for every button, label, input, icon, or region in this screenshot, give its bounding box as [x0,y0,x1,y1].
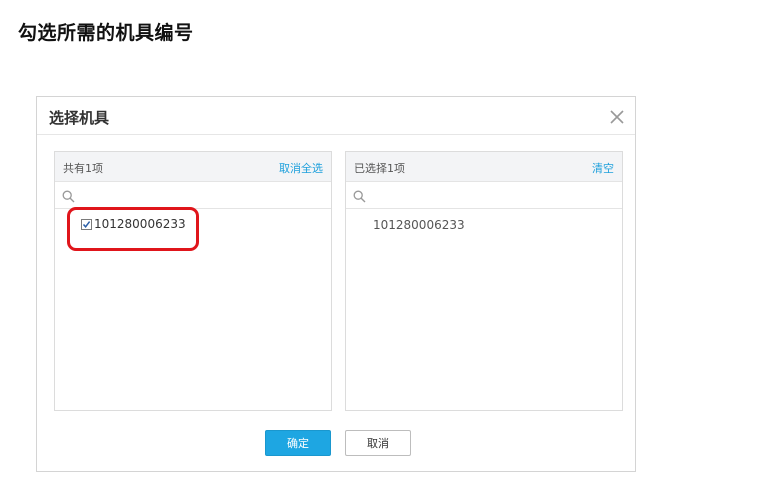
available-search-input[interactable] [79,185,323,206]
available-list-panel: 共有1项 取消全选 [54,151,332,411]
selected-list-header: 已选择1项 清空 [346,152,622,182]
confirm-button[interactable]: 确定 [265,430,331,456]
available-count: 共有1项 [63,162,103,175]
selected-list-panel: 已选择1项 清空 101280006233 [345,151,623,411]
search-icon [353,188,366,203]
selected-count: 已选择1项 [354,162,405,175]
dialog-header: 选择机具 [37,97,635,135]
deselect-all-link[interactable]: 取消全选 [279,160,323,176]
selected-search-input[interactable] [370,185,614,206]
close-icon[interactable] [609,109,625,125]
selected-search-row [346,182,622,209]
search-icon [62,188,75,203]
clear-link[interactable]: 清空 [592,160,614,176]
available-search-row [55,182,331,209]
select-device-dialog: 选择机具 共有1项 取消全选 已选择1项 清空 101280006233 确定 … [36,96,636,472]
dialog-title: 选择机具 [49,109,110,127]
available-list-header: 共有1项 取消全选 [55,152,331,182]
selected-list-item[interactable]: 101280006233 [373,218,465,232]
page-title: 勾选所需的机具编号 [18,22,194,44]
cancel-button[interactable]: 取消 [345,430,411,456]
red-highlight-box [67,207,199,251]
